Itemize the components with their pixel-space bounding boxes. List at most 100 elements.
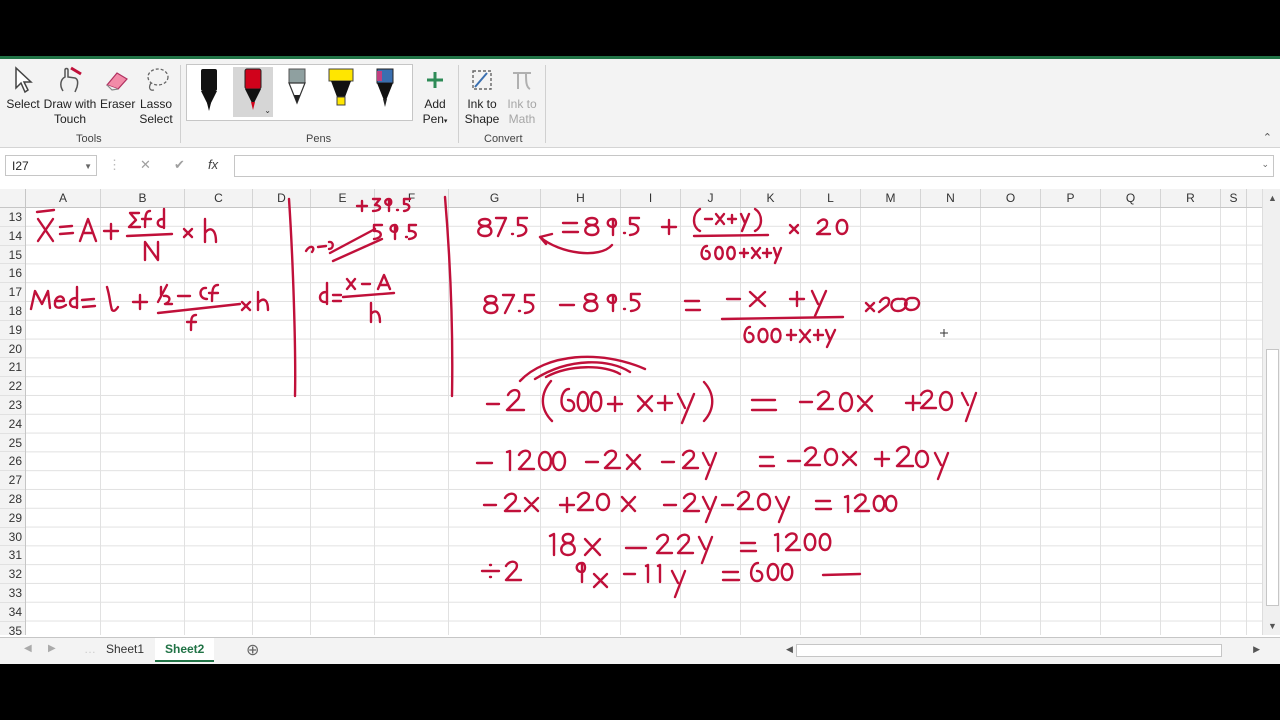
horizontal-scrollbar[interactable]: ◀ ▶ [784,643,1262,657]
red-pen-icon [244,68,262,110]
eraser-button[interactable]: Eraser [100,63,136,112]
ink-to-shape-icon [462,63,502,97]
cancel-icon[interactable]: ✕ [140,157,151,173]
ink-f [140,209,153,229]
cursor-crosshair-icon [940,329,948,337]
tab-sheet1[interactable]: Sheet1 [96,638,154,660]
pencil-pen[interactable] [277,67,317,117]
add-pen-label-2: Pen [422,112,444,126]
next-sheet-icon[interactable]: ▶ [48,643,56,654]
pen-options-chevron-icon[interactable]: ⌄ [264,106,271,115]
vertical-scrollbar[interactable]: ▲ ▼ [1262,189,1280,635]
collapse-ribbon-icon[interactable]: ⌃ [1263,131,1272,144]
galaxy-pen[interactable] [365,67,405,117]
ink-fraction-bar [156,302,242,315]
tabs-more-icon: … [84,642,96,656]
ink-paren-right [702,380,714,423]
formula-input[interactable]: ⌄ [234,155,1274,177]
ink-fraction-bar [125,232,174,238]
ink-fraction-bar [692,233,770,238]
scroll-left-icon[interactable]: ◀ [786,644,793,655]
ink-d [156,207,166,230]
ink-to-shape-label-2: Shape [464,112,500,126]
highlighter-pen[interactable] [321,67,361,117]
draw-with-touch-button[interactable]: Draw with Touch [42,63,98,127]
chevron-down-icon: ▼ [84,162,92,171]
lasso-select-button[interactable]: Lasso Select [138,63,174,127]
ink-times [788,223,800,235]
ink-y [676,392,696,425]
ink-equals [721,570,741,582]
ink-d-fraction-bar [341,291,396,299]
ink-neg2x [584,449,642,471]
ink-neg20x [798,390,874,413]
scroll-right-icon[interactable]: ▶ [1253,644,1260,655]
ink-x20 [864,296,921,314]
formula-bar: I27 ▼ ⋮ ✕ ✔ fx ⌄ [0,151,1280,181]
horizontal-scroll-thumb[interactable] [796,644,1222,657]
lasso-label-2: Select [139,112,173,126]
ink-sigma [127,211,142,229]
add-pen-button[interactable]: Add Pen▾ [418,63,452,129]
ink-600-b [749,561,794,583]
plus-icon [418,63,452,97]
ink-equals [739,541,758,553]
ribbon-separator [458,65,459,143]
ink-equals [80,297,97,309]
ink-9x [575,561,609,589]
ink-to-shape-button[interactable]: Ink to Shape [462,63,502,127]
tab-sheet2[interactable]: Sheet2 [155,638,215,662]
scroll-down-icon[interactable]: ▼ [1268,621,1277,631]
ink-l [105,285,120,312]
ink-plus20x [558,491,637,514]
ink-drawing-layer [29,195,978,599]
ink-equals [750,398,778,412]
ink-fraction-bar [720,315,845,321]
ink-plus20y-b [873,445,950,481]
worksheet-grid[interactable]: ABCDEFGHIJKLMNOPQRS 13 14 15 16 17 18 19 20 21 22… [0,189,1262,635]
ink-x [636,394,654,413]
ink-times [182,227,194,239]
name-box[interactable]: I27 ▼ [5,155,97,176]
red-pen[interactable]: ⌄ [233,67,273,117]
select-label: Select [6,97,40,111]
ribbon-separator [545,65,546,143]
ink-18x [548,532,602,557]
expand-formula-icon[interactable]: ⌄ [1261,159,1269,170]
ink-equals [814,499,833,511]
ink-slashes [328,227,384,263]
ink-to-math-label-1: Ink to [507,97,537,111]
ink-underline [821,572,862,577]
add-sheet-icon[interactable]: ⊕ [246,640,259,660]
ink-x [36,217,55,243]
draw-touch-label-1: Draw with [43,97,97,111]
prev-sheet-icon[interactable]: ◀ [24,643,32,654]
ink-xh [240,290,270,312]
ink-11y [644,563,687,599]
ink-equals [561,221,580,234]
black-pen[interactable] [189,67,229,117]
eraser-label: Eraser [100,97,136,111]
scroll-up-icon[interactable]: ▲ [1268,193,1277,203]
ink-cf [199,283,220,303]
ink-to-shape-label-1: Ink to [467,97,497,111]
insert-function-icon[interactable]: fx [208,157,218,172]
enter-icon[interactable]: ✔ [174,157,185,173]
ink-59 [372,223,418,241]
ink-denominator-b [743,325,837,349]
tools-group-label: Tools [76,133,102,145]
ink-divide-2 [480,560,523,582]
convert-group-label: Convert [484,133,523,145]
galaxy-pen-icon [376,68,394,107]
ink-87-5-b [483,293,536,315]
vertical-scroll-thumb[interactable] [1266,349,1279,606]
ink-numerator-b [725,289,828,318]
add-pen-label-1: Add [424,97,446,111]
select-button[interactable]: Select [6,63,40,112]
ink-h-denominator [369,301,382,324]
ink-plus [660,218,678,236]
ink-plus [131,293,149,311]
black-pen-icon [201,69,217,111]
highlighter-icon [328,68,354,106]
ink-to-math-button[interactable]: Ink to Math [504,63,540,127]
